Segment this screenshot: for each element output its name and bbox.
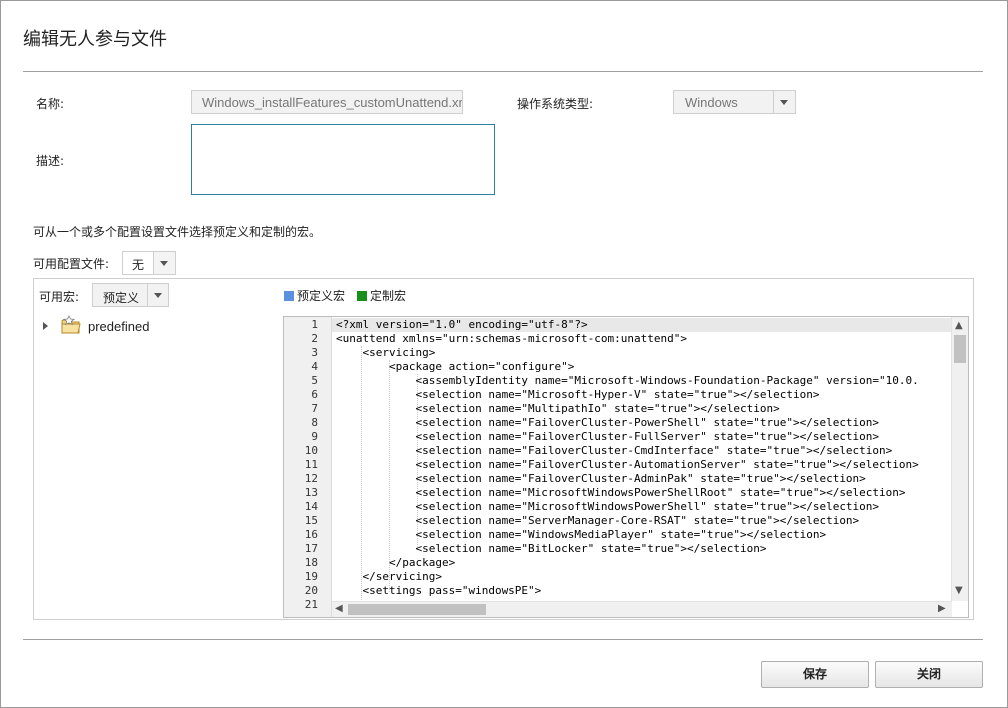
legend-predefined: 预定义宏 <box>297 289 346 303</box>
horizontal-scrollbar[interactable]: ◀ ▶ <box>332 601 952 617</box>
dialog-title: 编辑无人参与文件 <box>23 29 167 50</box>
scroll-down-icon[interactable]: ▼ <box>955 585 963 596</box>
line-number: 6 <box>311 388 318 401</box>
custom-swatch-icon <box>357 290 368 301</box>
scroll-left-icon[interactable]: ◀ <box>335 603 343 614</box>
code-line[interactable]: <settings pass="windowsPE"> <box>336 584 541 598</box>
xml-code-editor[interactable]: 1 2 3 4 5 6 7 8 9 10 11 12 13 14 15 16 17 18 19 20 21 <?xml … <box>283 316 969 618</box>
code-line[interactable]: <selection name="MultipathIo" state="tru… <box>336 402 779 416</box>
code-line[interactable]: <selection name="ServerManager-Core-RSAT… <box>336 514 859 528</box>
os-type-dropdown-button[interactable] <box>773 91 795 113</box>
macro-type-dropdown-button[interactable] <box>147 284 168 306</box>
chevron-down-icon <box>154 293 162 298</box>
line-number: 10 <box>304 444 318 457</box>
macro-hint-text: 可从一个或多个配置设置文件选择预定义和定制的宏。 <box>33 225 322 239</box>
folder-icon <box>60 314 82 338</box>
line-number: 2 <box>311 332 318 345</box>
os-type-value: Windows <box>685 95 738 110</box>
code-line[interactable]: <servicing> <box>336 346 435 360</box>
profile-label: 可用配置文件: <box>33 257 110 271</box>
description-label: 描述: <box>36 154 65 168</box>
line-number: 1 <box>311 318 318 331</box>
code-line[interactable]: <selection name="FailoverCluster-PowerSh… <box>336 416 879 430</box>
line-number: 5 <box>311 374 318 387</box>
code-line[interactable]: <selection name="MicrosoftWindowsPowerSh… <box>336 500 879 514</box>
macro-type-select[interactable]: 预定义 <box>92 283 169 307</box>
code-content[interactable]: <?xml version="1.0" encoding="utf-8"?> <u… <box>332 317 952 601</box>
horizontal-scroll-thumb[interactable] <box>348 604 486 615</box>
macro-type-value: 预定义 <box>103 291 140 305</box>
vertical-scrollbar[interactable]: ▲ ▼ <box>951 317 968 601</box>
tree-item-predefined[interactable]: predefined <box>41 314 150 338</box>
line-number: 14 <box>304 500 318 513</box>
chevron-down-icon <box>780 100 788 105</box>
code-line[interactable]: <selection name="WindowsMediaPlayer" sta… <box>336 528 826 542</box>
line-number: 19 <box>304 570 318 583</box>
line-number: 8 <box>311 416 318 429</box>
code-line[interactable]: <selection name="FailoverCluster-CmdInte… <box>336 444 892 458</box>
name-input[interactable]: Windows_installFeatures_customUnattend.x… <box>191 90 463 114</box>
code-line[interactable]: <selection name="Microsoft-Hyper-V" stat… <box>336 388 819 402</box>
scroll-up-icon[interactable]: ▲ <box>955 320 963 331</box>
line-numbers: 1 2 3 4 5 6 7 8 9 10 11 12 13 14 15 16 17 18 19 20 21 <box>284 317 332 617</box>
code-line[interactable]: <assemblyIdentity name="Microsoft-Window… <box>336 374 918 388</box>
os-type-label: 操作系统类型: <box>517 97 594 111</box>
line-number: 15 <box>304 514 318 527</box>
code-line[interactable]: </package> <box>336 556 455 570</box>
legend-custom: 定制宏 <box>370 289 407 303</box>
chevron-down-icon <box>160 261 168 266</box>
line-number: 7 <box>311 402 318 415</box>
profile-dropdown-button[interactable] <box>153 252 175 274</box>
tree-item-label: predefined <box>88 318 150 334</box>
macro-legend: 预定义宏 定制宏 <box>284 287 406 304</box>
vertical-scroll-thumb[interactable] <box>954 335 966 363</box>
code-line[interactable]: <selection name="MicrosoftWindowsPowerSh… <box>336 486 905 500</box>
line-number: 16 <box>304 528 318 541</box>
footer-divider <box>23 639 983 640</box>
line-number: 4 <box>311 360 318 373</box>
code-line[interactable]: <?xml version="1.0" encoding="utf-8"?> <box>336 318 588 332</box>
line-number: 11 <box>304 458 318 471</box>
close-button[interactable]: 关闭 <box>875 661 983 688</box>
code-line[interactable]: <package action="configure"> <box>336 360 574 374</box>
profile-value: 无 <box>132 258 145 272</box>
scroll-right-icon[interactable]: ▶ <box>938 603 946 614</box>
code-line[interactable]: <selection name="FailoverCluster-Automat… <box>336 458 918 472</box>
line-number: 20 <box>304 584 318 597</box>
title-divider <box>23 71 983 72</box>
macros-label: 可用宏: <box>39 290 80 304</box>
profile-select[interactable]: 无 <box>122 251 176 275</box>
code-line[interactable]: <unattend xmlns="urn:schemas-microsoft-c… <box>336 332 687 346</box>
line-number: 9 <box>311 430 318 443</box>
code-line[interactable]: <selection name="FailoverCluster-FullSer… <box>336 430 879 444</box>
expand-arrow-icon[interactable] <box>43 322 48 330</box>
description-textarea[interactable] <box>191 124 495 195</box>
save-button[interactable]: 保存 <box>761 661 869 688</box>
line-number: 21 <box>304 598 318 611</box>
code-line[interactable]: <selection name="FailoverCluster-AdminPa… <box>336 472 865 486</box>
os-type-select[interactable]: Windows <box>673 90 796 114</box>
code-line[interactable]: </servicing> <box>336 570 441 584</box>
line-number: 13 <box>304 486 318 499</box>
name-label: 名称: <box>36 97 65 111</box>
code-line[interactable]: <selection name="BitLocker" state="true"… <box>336 542 766 556</box>
edit-unattend-dialog: 编辑无人参与文件 名称: Windows_installFeatures_cus… <box>0 0 1008 708</box>
line-number: 18 <box>304 556 318 569</box>
line-number: 17 <box>304 542 318 555</box>
line-number: 12 <box>304 472 318 485</box>
predefined-swatch-icon <box>284 290 294 301</box>
line-number: 3 <box>311 346 318 359</box>
